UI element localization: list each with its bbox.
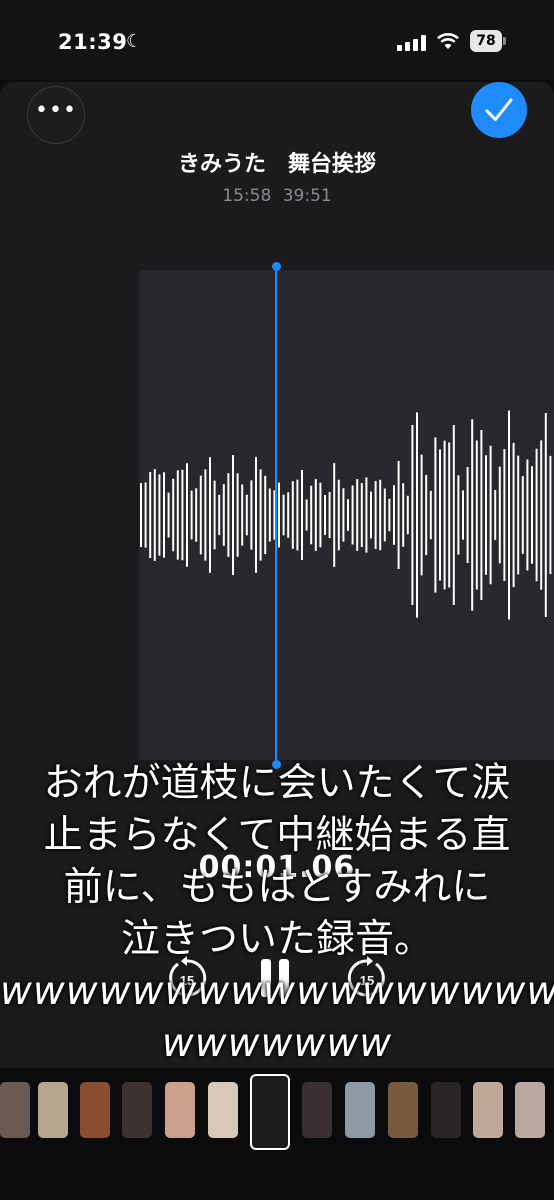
- story-thumbnail[interactable]: [208, 1082, 238, 1138]
- story-thumbnail[interactable]: [345, 1082, 375, 1138]
- done-button[interactable]: [471, 82, 527, 138]
- recording-title[interactable]: きみうた 舞台挨拶: [0, 146, 554, 178]
- overlay-caption: おれが道枝に会いたくて涙 止まらなくて中継始まる直 前に、ももはとすみれに 泣き…: [0, 758, 554, 1070]
- story-thumbnail-selected[interactable]: [250, 1074, 290, 1150]
- wifi-icon: [437, 33, 459, 49]
- focus-moon-icon: ☾: [126, 31, 143, 52]
- cellular-signal-icon: [397, 35, 427, 51]
- ellipsis-icon: •••: [35, 98, 77, 123]
- story-thumbnail[interactable]: [165, 1082, 195, 1138]
- caption-line: wwwwwww: [161, 1021, 393, 1066]
- story-thumbnail[interactable]: [122, 1082, 152, 1138]
- story-thumbnail[interactable]: [0, 1082, 30, 1138]
- story-thumbnail[interactable]: [515, 1082, 545, 1138]
- current-time: 15:58: [222, 186, 272, 206]
- story-thumbnail[interactable]: [388, 1082, 418, 1138]
- waveform[interactable]: [0, 270, 554, 760]
- status-time: 21:39: [58, 30, 128, 54]
- total-duration: 39:51: [282, 186, 332, 206]
- battery-indicator: 78: [470, 30, 502, 52]
- caption-line: 止まらなくて中継始まる直: [43, 813, 511, 858]
- story-thumbnail[interactable]: [473, 1082, 503, 1138]
- caption-line: 泣きついた録音。: [120, 917, 433, 962]
- story-thumbnail[interactable]: [431, 1082, 461, 1138]
- caption-line: 前に、ももはとすみれに: [63, 865, 491, 910]
- story-thumbnail[interactable]: [302, 1082, 332, 1138]
- caption-line: wwwwwwwwwwwwwwwww: [0, 969, 554, 1014]
- playhead[interactable]: [275, 266, 277, 766]
- story-thumbnail[interactable]: [80, 1082, 110, 1138]
- checkmark-icon: [485, 98, 513, 121]
- battery-tip: [503, 37, 506, 45]
- story-filmstrip: [0, 1068, 554, 1200]
- status-bar: 21:39 ☾ 78: [0, 0, 554, 80]
- caption-line: おれが道枝に会いたくて涙: [43, 761, 511, 806]
- playhead-top-handle[interactable]: [271, 262, 281, 271]
- story-thumbnail[interactable]: [38, 1082, 68, 1138]
- recording-time-info: 15:58 39:51: [0, 186, 554, 206]
- more-options-button[interactable]: •••: [27, 86, 85, 144]
